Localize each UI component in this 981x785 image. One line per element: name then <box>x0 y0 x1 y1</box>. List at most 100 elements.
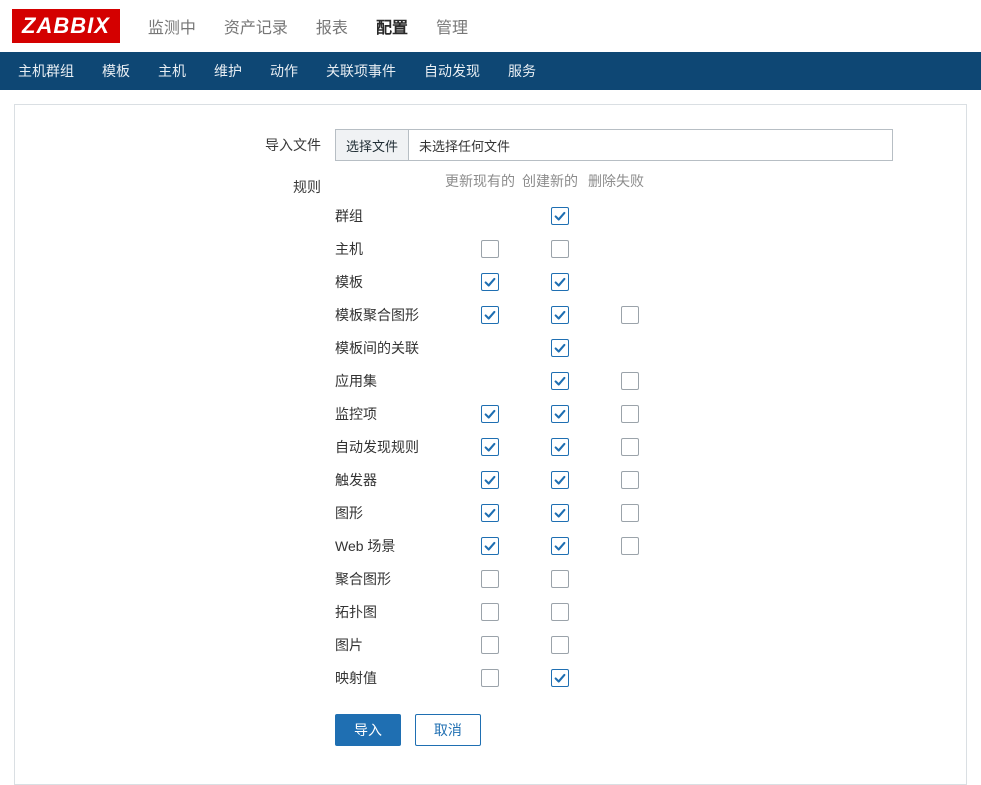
top-menu-item[interactable]: 管理 <box>422 4 482 48</box>
checkbox-delete[interactable] <box>621 405 639 423</box>
checkbox-create[interactable] <box>551 273 569 291</box>
checkbox-update[interactable] <box>481 669 499 687</box>
checkbox-cell-create <box>525 470 595 488</box>
checkbox-create[interactable] <box>551 504 569 522</box>
checkbox-cell-create <box>525 536 595 554</box>
checkbox-update[interactable] <box>481 603 499 621</box>
sub-nav-item[interactable]: 关联项事件 <box>312 52 410 90</box>
checkbox-create[interactable] <box>551 405 569 423</box>
import-button[interactable]: 导入 <box>335 714 401 746</box>
checkbox-create[interactable] <box>551 438 569 456</box>
checkbox-cell-delete <box>595 371 665 389</box>
rule-name: 主机 <box>335 239 455 259</box>
rule-row: 应用集 <box>335 364 946 397</box>
sub-nav-item[interactable]: 维护 <box>200 52 256 90</box>
checkbox-update[interactable] <box>481 306 499 324</box>
checkbox-update[interactable] <box>481 636 499 654</box>
checkbox-update[interactable] <box>481 438 499 456</box>
checkbox-create[interactable] <box>551 207 569 225</box>
checkbox-create[interactable] <box>551 339 569 357</box>
checkbox-update[interactable] <box>481 570 499 588</box>
checkbox-update[interactable] <box>481 471 499 489</box>
checkbox-create[interactable] <box>551 537 569 555</box>
sub-nav-item[interactable]: 模板 <box>88 52 144 90</box>
file-row: 导入文件 选择文件 未选择任何文件 <box>35 129 946 161</box>
rule-row: 模板间的关联 <box>335 331 946 364</box>
top-menu-item[interactable]: 资产记录 <box>210 4 302 48</box>
checkbox-create[interactable] <box>551 372 569 390</box>
sub-nav-item[interactable]: 服务 <box>494 52 550 90</box>
rule-name: 拓扑图 <box>335 602 455 622</box>
checkbox-update[interactable] <box>481 537 499 555</box>
top-nav: ZABBIX 监测中资产记录报表配置管理 <box>0 0 981 52</box>
checkbox-cell-delete <box>595 437 665 455</box>
checkbox-cell-create <box>525 305 595 323</box>
checkbox-delete[interactable] <box>621 372 639 390</box>
checkbox-update[interactable] <box>481 240 499 258</box>
rules-row: 规则 更新现有的 创建新的 删除失败 群组主机模板模板聚合图形模板间的关联应用集… <box>35 171 946 746</box>
sub-nav-item[interactable]: 动作 <box>256 52 312 90</box>
checkbox-cell-create <box>525 206 595 224</box>
checkbox-delete[interactable] <box>621 537 639 555</box>
choose-file-button[interactable]: 选择文件 <box>336 130 409 160</box>
checkbox-cell-create <box>525 239 595 257</box>
top-menu-item[interactable]: 配置 <box>362 4 422 48</box>
checkbox-create[interactable] <box>551 669 569 687</box>
checkbox-cell-update <box>455 602 525 620</box>
checkbox-cell-create <box>525 272 595 290</box>
checkbox-cell-update <box>455 470 525 488</box>
cancel-button[interactable]: 取消 <box>415 714 481 746</box>
rules-header: 更新现有的 创建新的 删除失败 <box>335 171 946 191</box>
checkbox-delete[interactable] <box>621 438 639 456</box>
rule-row: 映射值 <box>335 661 946 694</box>
checkbox-update[interactable] <box>481 504 499 522</box>
checkbox-create[interactable] <box>551 636 569 654</box>
rule-name: 自动发现规则 <box>335 437 455 457</box>
rule-row: 图片 <box>335 628 946 661</box>
rule-name: 群组 <box>335 206 455 226</box>
rule-name: 触发器 <box>335 470 455 490</box>
checkbox-create[interactable] <box>551 471 569 489</box>
checkbox-update[interactable] <box>481 405 499 423</box>
rule-row: 模板聚合图形 <box>335 298 946 331</box>
rule-name: 聚合图形 <box>335 569 455 589</box>
file-label: 导入文件 <box>35 129 335 155</box>
checkbox-delete[interactable] <box>621 504 639 522</box>
sub-nav-item[interactable]: 自动发现 <box>410 52 494 90</box>
rule-row: 自动发现规则 <box>335 430 946 463</box>
checkbox-delete[interactable] <box>621 471 639 489</box>
checkbox-cell-update <box>455 635 525 653</box>
rule-row: 模板 <box>335 265 946 298</box>
checkbox-cell-create <box>525 569 595 587</box>
import-panel: 导入文件 选择文件 未选择任何文件 规则 更新现有的 创建新的 删除失败 群组主… <box>14 104 967 785</box>
file-input[interactable]: 选择文件 未选择任何文件 <box>335 129 893 161</box>
rule-row: 触发器 <box>335 463 946 496</box>
rule-name: 监控项 <box>335 404 455 424</box>
checkbox-create[interactable] <box>551 306 569 324</box>
checkbox-cell-update <box>455 503 525 521</box>
rule-row: 聚合图形 <box>335 562 946 595</box>
checkbox-cell-create <box>525 602 595 620</box>
checkbox-cell-update <box>455 272 525 290</box>
header-update: 更新现有的 <box>445 171 515 191</box>
rule-row: 图形 <box>335 496 946 529</box>
checkbox-update[interactable] <box>481 273 499 291</box>
rule-name: 模板 <box>335 272 455 292</box>
checkbox-cell-create <box>525 668 595 686</box>
file-placeholder: 未选择任何文件 <box>409 130 520 160</box>
checkbox-cell-update <box>455 437 525 455</box>
sub-nav-item[interactable]: 主机 <box>144 52 200 90</box>
checkbox-create[interactable] <box>551 603 569 621</box>
logo[interactable]: ZABBIX <box>12 9 120 43</box>
checkbox-create[interactable] <box>551 240 569 258</box>
rules-label: 规则 <box>35 171 335 197</box>
top-menu-item[interactable]: 报表 <box>302 4 362 48</box>
checkbox-cell-create <box>525 635 595 653</box>
checkbox-delete[interactable] <box>621 306 639 324</box>
rule-row: 监控项 <box>335 397 946 430</box>
checkbox-cell-update <box>455 536 525 554</box>
top-menu-item[interactable]: 监测中 <box>134 4 210 48</box>
checkbox-cell-create <box>525 503 595 521</box>
sub-nav-item[interactable]: 主机群组 <box>4 52 88 90</box>
checkbox-create[interactable] <box>551 570 569 588</box>
